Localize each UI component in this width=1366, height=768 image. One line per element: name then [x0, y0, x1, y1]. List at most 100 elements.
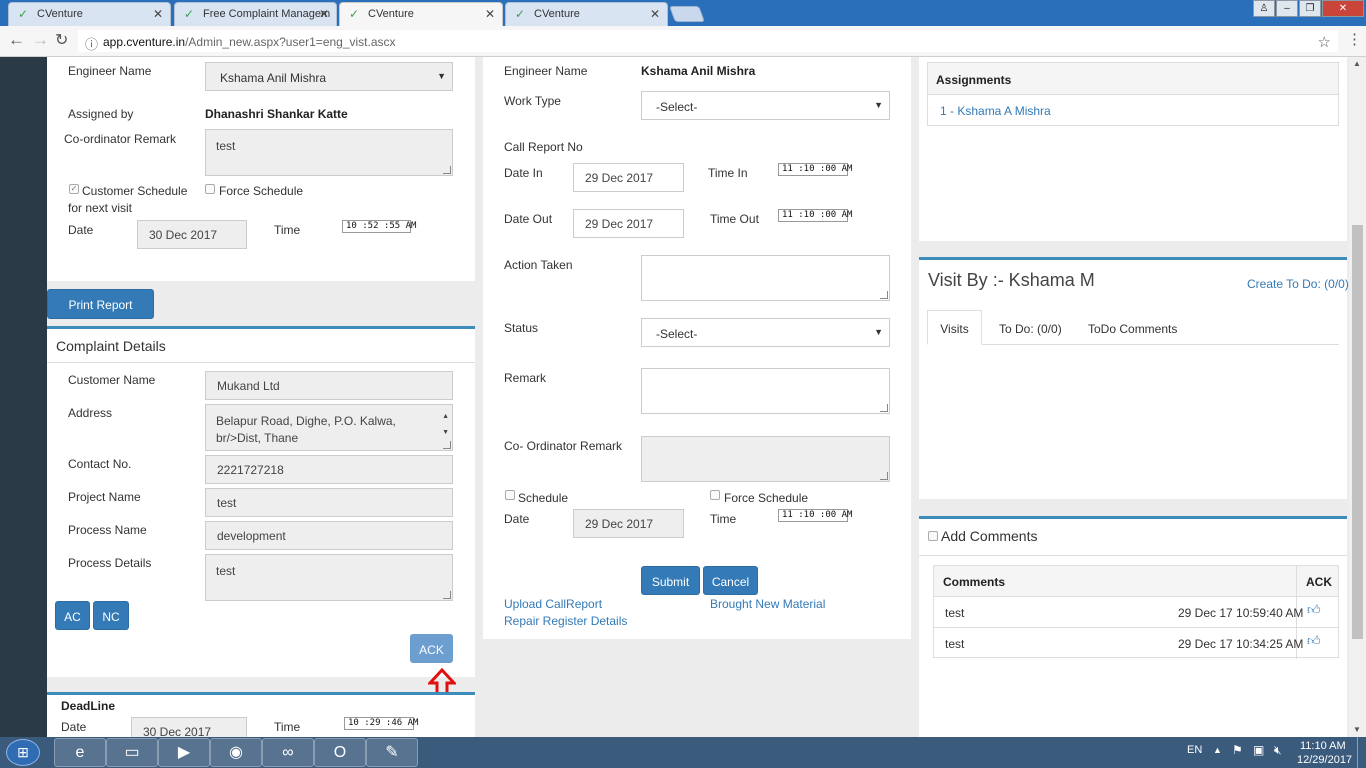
deadline-date-input[interactable]: 30 Dec 2017 — [131, 717, 247, 737]
file-explorer-icon[interactable]: ▭ — [106, 738, 158, 767]
clock-date[interactable]: 12/29/2017 — [1297, 754, 1352, 766]
url-path: /Admin_new.aspx?user1=eng_vist.ascx — [185, 35, 396, 49]
media-player-icon[interactable]: ▶ — [158, 738, 210, 767]
time-input[interactable]: 10 :52 :55 AM — [342, 220, 416, 233]
coordinator-remark-textarea[interactable]: test — [205, 129, 453, 176]
contact-input[interactable]: 2221727218 — [205, 455, 453, 484]
assignments-header: Assignments — [928, 63, 1338, 95]
show-desktop-button[interactable] — [1357, 737, 1366, 768]
menu-icon[interactable]: ⋮ — [1347, 30, 1362, 48]
info-icon[interactable]: ⓘ — [85, 34, 98, 53]
add-comments-checkbox[interactable] — [928, 531, 938, 541]
status-select[interactable]: -Select- ▼ — [641, 318, 890, 347]
dropdown-caret-icon: ▼ — [874, 100, 883, 110]
minimize-icon[interactable]: – — [1276, 0, 1298, 17]
thumbs-up-icon[interactable]: 👍︎ — [1307, 602, 1321, 618]
user-icon[interactable]: ♙ — [1253, 0, 1275, 17]
resize-grip-icon[interactable] — [443, 166, 451, 174]
customer-schedule-checkbox[interactable]: ✓ — [69, 184, 79, 194]
start-button-icon[interactable]: ⊞ — [6, 739, 40, 766]
resize-grip-icon[interactable] — [880, 472, 888, 480]
submit-button[interactable]: Submit — [641, 566, 700, 595]
reload-icon[interactable]: ↻ — [55, 30, 68, 50]
time-input[interactable]: 11 :10 :00 AM — [778, 509, 852, 522]
network-icon[interactable]: ▣ — [1253, 743, 1264, 757]
maximize-icon[interactable]: ❐ — [1299, 0, 1321, 17]
scroll-down-icon[interactable]: ▼ — [442, 424, 449, 441]
force-schedule-checkbox[interactable] — [710, 490, 720, 500]
outlook-icon[interactable]: O — [314, 738, 366, 767]
ac-button[interactable]: AC — [55, 601, 90, 630]
ack-button[interactable]: ACK — [410, 634, 453, 663]
browser-tab-3[interactable]: ✓ CVenture ✕ — [339, 2, 503, 26]
deadline-time-input[interactable]: 10 :29 :46 AM — [344, 717, 418, 730]
close-icon[interactable]: ✕ — [319, 7, 329, 21]
upload-callreport-link[interactable]: Upload CallReport — [504, 597, 602, 611]
internet-explorer-icon[interactable]: e — [54, 738, 106, 767]
schedule-checkbox[interactable] — [505, 490, 515, 500]
browser-tab-4[interactable]: ✓ CVenture ✕ — [505, 2, 668, 26]
coordinator-remark-textarea[interactable] — [641, 436, 890, 482]
date-input[interactable]: 30 Dec 2017 — [137, 220, 247, 249]
resize-grip-icon[interactable] — [880, 291, 888, 299]
print-report-button[interactable]: Print Report — [47, 289, 154, 319]
forward-arrow-icon[interactable]: → — [32, 30, 49, 50]
volume-muted-icon[interactable]: 🔇︎ — [1274, 743, 1282, 758]
page-scrollbar[interactable]: ▲ ▼ — [1349, 57, 1366, 737]
browser-tab-bar: ✓ CVenture ✕ ✓ Free Complaint Managem ✕ … — [0, 0, 1366, 26]
close-icon[interactable]: ✕ — [485, 7, 495, 21]
close-icon[interactable]: ✕ — [650, 7, 660, 21]
nc-button[interactable]: NC — [93, 601, 129, 630]
date-in-input[interactable]: 29 Dec 2017 — [573, 163, 684, 192]
customer-name-input[interactable]: Mukand Ltd — [205, 371, 453, 400]
action-taken-textarea[interactable] — [641, 255, 890, 301]
browser-tab-1[interactable]: ✓ CVenture ✕ — [8, 2, 171, 26]
new-tab-button[interactable] — [669, 6, 705, 22]
visual-studio-icon[interactable]: ∞ — [262, 738, 314, 767]
process-name-label: Process Name — [68, 523, 147, 537]
create-todo-link[interactable]: Create To Do: (0/0) — [1247, 277, 1349, 291]
remark-textarea[interactable] — [641, 368, 890, 414]
back-arrow-icon[interactable]: ← — [8, 30, 25, 50]
brought-new-material-link[interactable]: Brought New Material — [710, 597, 825, 611]
scroll-up-icon[interactable]: ▲ — [1353, 59, 1361, 68]
scrollbar-thumb[interactable] — [1352, 225, 1363, 639]
action-taken-label: Action Taken — [504, 258, 573, 272]
project-name-input[interactable]: test — [205, 488, 453, 517]
work-type-value: -Select- — [656, 100, 698, 114]
clock-time[interactable]: 11:10 AM — [1300, 740, 1346, 752]
tab-visits[interactable]: Visits — [927, 310, 982, 345]
work-type-select[interactable]: -Select- ▼ — [641, 91, 890, 120]
flag-icon[interactable]: ⚑ — [1232, 743, 1243, 757]
address-line-1: Belapur Road, Dighe, P.O. Kalwa, — [216, 414, 396, 428]
resize-grip-icon[interactable] — [443, 591, 451, 599]
assignment-item[interactable]: 1 - Kshama A Mishra — [940, 104, 1051, 118]
force-schedule-checkbox[interactable] — [205, 184, 215, 194]
date-out-input[interactable]: 29 Dec 2017 — [573, 209, 684, 238]
chrome-icon[interactable]: ◉ — [210, 738, 262, 767]
tab-todo[interactable]: To Do: (0/0) — [999, 322, 1062, 336]
browser-tab-2[interactable]: ✓ Free Complaint Managem ✕ — [174, 2, 337, 26]
tray-expand-icon[interactable]: ▲ — [1213, 745, 1222, 755]
url-input[interactable]: ⓘ app.cventure.in/Admin_new.aspx?user1=e… — [78, 30, 1338, 52]
close-window-icon[interactable]: ✕ — [1322, 0, 1364, 17]
repair-register-link[interactable]: Repair Register Details — [504, 614, 627, 628]
scroll-up-icon[interactable]: ▲ — [442, 408, 449, 425]
paint-icon[interactable]: ✎ — [366, 738, 418, 767]
process-name-input[interactable]: development — [205, 521, 453, 550]
thumbs-up-icon[interactable]: 👍︎ — [1307, 633, 1321, 649]
resize-grip-icon[interactable] — [443, 441, 451, 449]
time-in-input[interactable]: 11 :10 :00 AM — [778, 163, 852, 176]
time-out-input[interactable]: 11 :10 :00 AM — [778, 209, 852, 222]
cancel-button[interactable]: Cancel — [703, 566, 758, 595]
address-textarea[interactable]: Belapur Road, Dighe, P.O. Kalwa, br/>Dis… — [205, 404, 453, 451]
language-indicator[interactable]: EN — [1187, 744, 1202, 756]
close-icon[interactable]: ✕ — [153, 7, 163, 21]
scroll-down-icon[interactable]: ▼ — [1353, 725, 1361, 734]
date-input[interactable]: 29 Dec 2017 — [573, 509, 684, 538]
bookmark-star-icon[interactable]: ☆ — [1318, 33, 1331, 51]
engineer-name-select[interactable]: Kshama Anil Mishra ▼ — [205, 62, 453, 91]
tab-todo-comments[interactable]: ToDo Comments — [1088, 322, 1177, 336]
resize-grip-icon[interactable] — [880, 404, 888, 412]
process-details-textarea[interactable]: test — [205, 554, 453, 601]
